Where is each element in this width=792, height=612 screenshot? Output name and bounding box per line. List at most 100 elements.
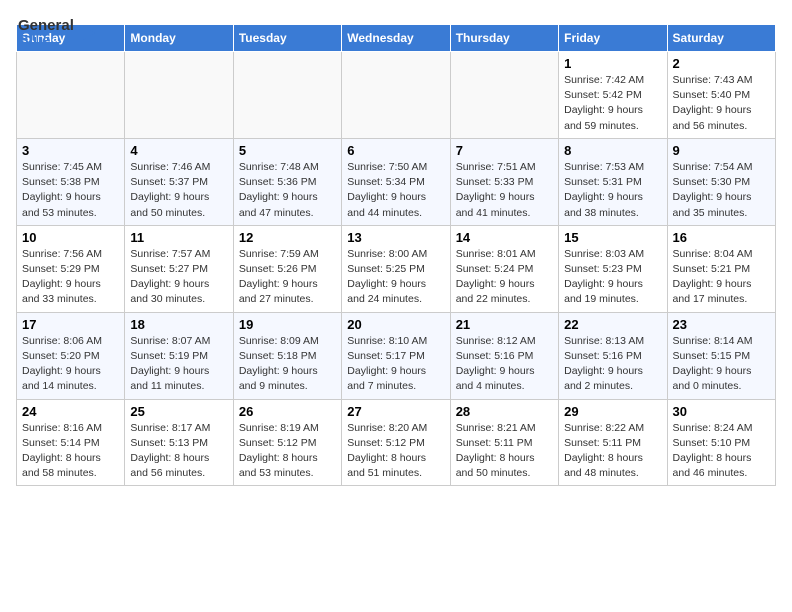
day-info: Sunrise: 8:13 AM Sunset: 5:16 PM Dayligh… (564, 334, 661, 395)
calendar-table: SundayMondayTuesdayWednesdayThursdayFrid… (16, 24, 776, 486)
day-number: 5 (239, 143, 336, 158)
day-number: 2 (673, 56, 770, 71)
day-number: 6 (347, 143, 444, 158)
day-info: Sunrise: 8:21 AM Sunset: 5:11 PM Dayligh… (456, 421, 553, 482)
day-number: 11 (130, 230, 227, 245)
calendar-cell: 12 Sunrise: 7:59 AM Sunset: 5:26 PM Dayli… (233, 225, 341, 312)
calendar-cell: 2 Sunrise: 7:43 AM Sunset: 5:40 PM Daylig… (667, 52, 775, 139)
day-info: Sunrise: 8:00 AM Sunset: 5:25 PM Dayligh… (347, 247, 444, 308)
day-number: 20 (347, 317, 444, 332)
calendar-cell: 8 Sunrise: 7:53 AM Sunset: 5:31 PM Daylig… (559, 138, 667, 225)
day-info: Sunrise: 8:14 AM Sunset: 5:15 PM Dayligh… (673, 334, 770, 395)
calendar-cell: 3 Sunrise: 7:45 AM Sunset: 5:38 PM Daylig… (17, 138, 125, 225)
weekday-header-monday: Monday (125, 25, 233, 52)
day-info: Sunrise: 7:46 AM Sunset: 5:37 PM Dayligh… (130, 160, 227, 221)
day-number: 22 (564, 317, 661, 332)
day-info: Sunrise: 8:19 AM Sunset: 5:12 PM Dayligh… (239, 421, 336, 482)
calendar-cell: 15Sunrise: 8:03 AM Sunset: 5:23 PM Dayli… (559, 225, 667, 312)
calendar-cell: 27Sunrise: 8:20 AM Sunset: 5:12 PM Dayli… (342, 399, 450, 486)
calendar-week-2: 3 Sunrise: 7:45 AM Sunset: 5:38 PM Daylig… (17, 138, 776, 225)
calendar-cell: 5 Sunrise: 7:48 AM Sunset: 5:36 PM Daylig… (233, 138, 341, 225)
calendar-cell: 25 Sunrise: 8:17 AM Sunset: 5:13 PM Dayli… (125, 399, 233, 486)
day-info: Sunrise: 8:12 AM Sunset: 5:16 PM Dayligh… (456, 334, 553, 395)
calendar-week-3: 10Sunrise: 7:56 AM Sunset: 5:29 PM Dayli… (17, 225, 776, 312)
calendar-cell (233, 52, 341, 139)
logo-arrow-icon (77, 22, 99, 44)
calendar-cell: 1 Sunrise: 7:42 AM Sunset: 5:42 PM Daylig… (559, 52, 667, 139)
weekday-header-tuesday: Tuesday (233, 25, 341, 52)
day-number: 25 (130, 404, 227, 419)
day-info: Sunrise: 8:07 AM Sunset: 5:19 PM Dayligh… (130, 334, 227, 395)
calendar-week-5: 24 Sunrise: 8:16 AM Sunset: 5:14 PM Dayli… (17, 399, 776, 486)
day-number: 14 (456, 230, 553, 245)
day-info: Sunrise: 7:59 AM Sunset: 5:26 PM Dayligh… (239, 247, 336, 308)
calendar-cell: 6 Sunrise: 7:50 AM Sunset: 5:34 PM Daylig… (342, 138, 450, 225)
calendar-cell: 28 Sunrise: 8:21 AM Sunset: 5:11 PM Dayli… (450, 399, 558, 486)
logo-full: General Blue (18, 18, 99, 48)
weekday-header-saturday: Saturday (667, 25, 775, 52)
day-info: Sunrise: 7:42 AM Sunset: 5:42 PM Dayligh… (564, 73, 661, 134)
day-number: 24 (22, 404, 119, 419)
day-number: 23 (673, 317, 770, 332)
day-info: Sunrise: 8:03 AM Sunset: 5:23 PM Dayligh… (564, 247, 661, 308)
calendar-cell: 10Sunrise: 7:56 AM Sunset: 5:29 PM Dayli… (17, 225, 125, 312)
calendar-cell: 16 Sunrise: 8:04 AM Sunset: 5:21 PM Dayli… (667, 225, 775, 312)
day-info: Sunrise: 8:09 AM Sunset: 5:18 PM Dayligh… (239, 334, 336, 395)
weekday-header-wednesday: Wednesday (342, 25, 450, 52)
day-info: Sunrise: 8:16 AM Sunset: 5:14 PM Dayligh… (22, 421, 119, 482)
day-number: 28 (456, 404, 553, 419)
calendar-cell: 22 Sunrise: 8:13 AM Sunset: 5:16 PM Dayli… (559, 312, 667, 399)
day-number: 12 (239, 230, 336, 245)
day-info: Sunrise: 8:17 AM Sunset: 5:13 PM Dayligh… (130, 421, 227, 482)
day-info: Sunrise: 8:01 AM Sunset: 5:24 PM Dayligh… (456, 247, 553, 308)
day-info: Sunrise: 7:51 AM Sunset: 5:33 PM Dayligh… (456, 160, 553, 221)
calendar-cell: 9Sunrise: 7:54 AM Sunset: 5:30 PM Daylig… (667, 138, 775, 225)
calendar-cell: 17Sunrise: 8:06 AM Sunset: 5:20 PM Dayli… (17, 312, 125, 399)
day-info: Sunrise: 7:57 AM Sunset: 5:27 PM Dayligh… (130, 247, 227, 308)
calendar-cell: 19 Sunrise: 8:09 AM Sunset: 5:18 PM Dayli… (233, 312, 341, 399)
day-number: 13 (347, 230, 444, 245)
day-info: Sunrise: 7:45 AM Sunset: 5:38 PM Dayligh… (22, 160, 119, 221)
day-number: 7 (456, 143, 553, 158)
logo-blue-text: Blue (18, 33, 74, 48)
day-info: Sunrise: 8:24 AM Sunset: 5:10 PM Dayligh… (673, 421, 770, 482)
day-info: Sunrise: 8:10 AM Sunset: 5:17 PM Dayligh… (347, 334, 444, 395)
day-number: 4 (130, 143, 227, 158)
day-number: 16 (673, 230, 770, 245)
calendar-cell: 20 Sunrise: 8:10 AM Sunset: 5:17 PM Dayli… (342, 312, 450, 399)
day-info: Sunrise: 8:04 AM Sunset: 5:21 PM Dayligh… (673, 247, 770, 308)
calendar-cell: 7 Sunrise: 7:51 AM Sunset: 5:33 PM Daylig… (450, 138, 558, 225)
day-number: 19 (239, 317, 336, 332)
day-info: Sunrise: 7:50 AM Sunset: 5:34 PM Dayligh… (347, 160, 444, 221)
logo-general-text: General (18, 18, 74, 33)
calendar-body: 1 Sunrise: 7:42 AM Sunset: 5:42 PM Daylig… (17, 52, 776, 486)
calendar-week-4: 17Sunrise: 8:06 AM Sunset: 5:20 PM Dayli… (17, 312, 776, 399)
day-info: Sunrise: 7:53 AM Sunset: 5:31 PM Dayligh… (564, 160, 661, 221)
calendar-header: SundayMondayTuesdayWednesdayThursdayFrid… (17, 25, 776, 52)
day-number: 9 (673, 143, 770, 158)
calendar-cell: 11 Sunrise: 7:57 AM Sunset: 5:27 PM Dayli… (125, 225, 233, 312)
calendar-week-1: 1 Sunrise: 7:42 AM Sunset: 5:42 PM Daylig… (17, 52, 776, 139)
day-number: 3 (22, 143, 119, 158)
weekday-header-row: SundayMondayTuesdayWednesdayThursdayFrid… (17, 25, 776, 52)
day-info: Sunrise: 8:22 AM Sunset: 5:11 PM Dayligh… (564, 421, 661, 482)
weekday-header-thursday: Thursday (450, 25, 558, 52)
day-number: 10 (22, 230, 119, 245)
day-number: 29 (564, 404, 661, 419)
day-info: Sunrise: 7:43 AM Sunset: 5:40 PM Dayligh… (673, 73, 770, 134)
weekday-header-friday: Friday (559, 25, 667, 52)
day-number: 21 (456, 317, 553, 332)
calendar-cell: 4 Sunrise: 7:46 AM Sunset: 5:37 PM Daylig… (125, 138, 233, 225)
calendar-cell (17, 52, 125, 139)
calendar-cell: 18Sunrise: 8:07 AM Sunset: 5:19 PM Dayli… (125, 312, 233, 399)
day-info: Sunrise: 7:48 AM Sunset: 5:36 PM Dayligh… (239, 160, 336, 221)
day-number: 27 (347, 404, 444, 419)
day-number: 26 (239, 404, 336, 419)
calendar-cell: 30 Sunrise: 8:24 AM Sunset: 5:10 PM Dayli… (667, 399, 775, 486)
calendar-cell: 29 Sunrise: 8:22 AM Sunset: 5:11 PM Dayli… (559, 399, 667, 486)
day-number: 8 (564, 143, 661, 158)
day-number: 30 (673, 404, 770, 419)
calendar-cell: 14 Sunrise: 8:01 AM Sunset: 5:24 PM Dayli… (450, 225, 558, 312)
day-number: 1 (564, 56, 661, 71)
calendar-cell: 13 Sunrise: 8:00 AM Sunset: 5:25 PM Dayli… (342, 225, 450, 312)
